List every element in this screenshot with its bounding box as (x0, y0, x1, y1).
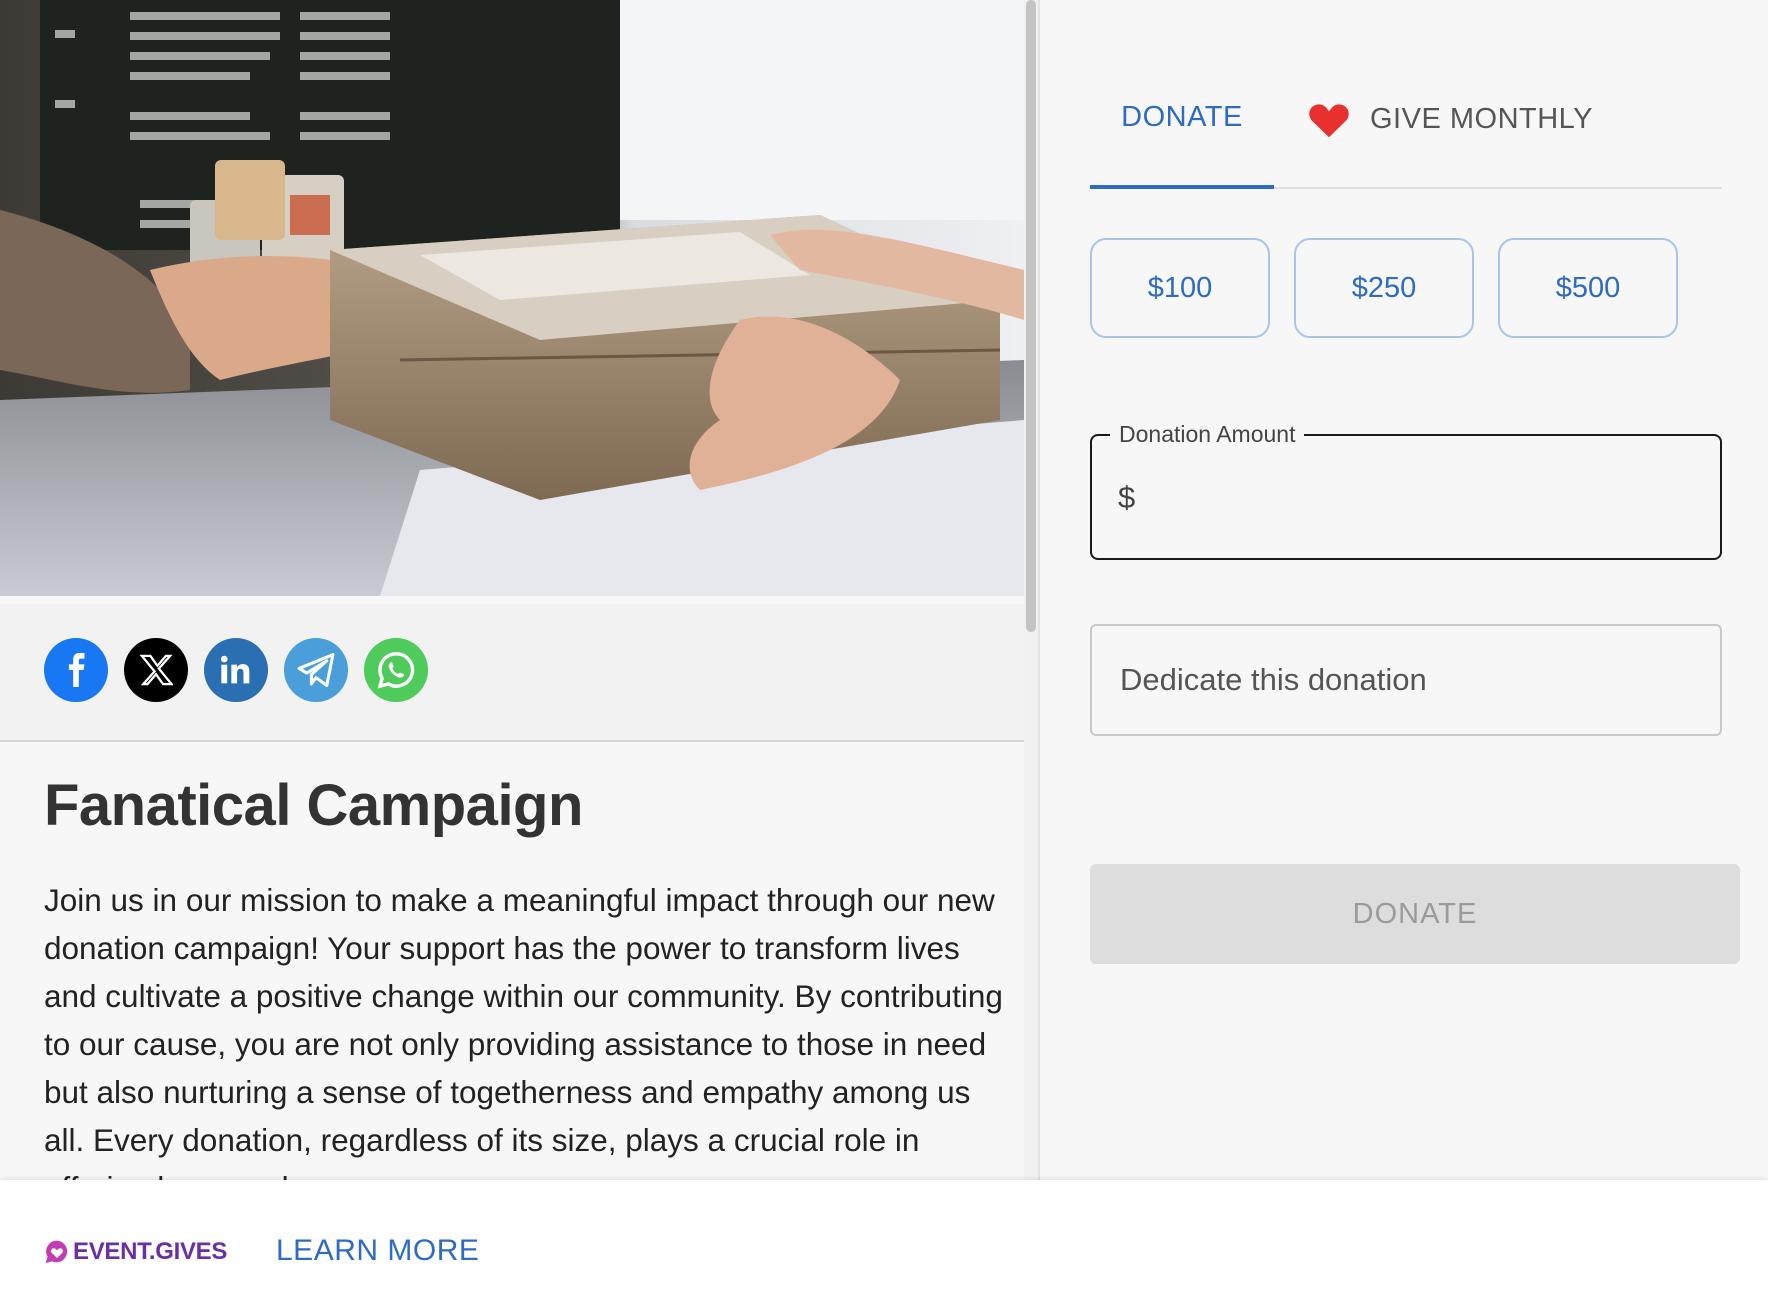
heart-icon (1308, 101, 1350, 139)
campaign-title: Fanatical Campaign (44, 773, 583, 838)
donation-form: DONATE GIVE MONTHLY $100 $250 $500 Donat… (1040, 0, 1768, 1180)
campaign-description: Join us in our mission to make a meaning… (44, 882, 1003, 1180)
tab-give-monthly[interactable]: GIVE MONTHLY (1308, 70, 1593, 189)
donation-amount-label: Donation Amount (1110, 421, 1305, 448)
campaign-panel: Fanatical Campaign Join us in our missio… (0, 0, 1024, 1180)
donation-amount-field[interactable]: Donation Amount $ (1090, 421, 1722, 560)
currency-prefix: $ (1118, 480, 1136, 515)
whatsapp-share-button[interactable] (364, 638, 428, 702)
donation-amount-input[interactable] (1152, 466, 1692, 530)
x-share-button[interactable] (124, 638, 188, 702)
brand-name: EVENT.GIVES (73, 1238, 228, 1265)
dedicate-donation-field[interactable]: Dedicate this donation (1090, 624, 1722, 736)
footer: EVENT.GIVES LEARN MORE (0, 1180, 1768, 1312)
heart-chat-icon (44, 1239, 70, 1265)
linkedin-share-button[interactable] (204, 638, 268, 702)
amount-500-button[interactable]: $500 (1498, 238, 1678, 338)
whatsapp-icon (377, 652, 415, 689)
share-bar (0, 604, 1024, 742)
amount-100-button[interactable]: $100 (1090, 238, 1270, 338)
facebook-icon (68, 653, 85, 687)
campaign-hero-image (0, 0, 1024, 596)
scrollbar-thumb[interactable] (1026, 0, 1036, 632)
event-gives-logo[interactable]: EVENT.GIVES (44, 1238, 227, 1266)
donation-tabs: DONATE GIVE MONTHLY (1090, 70, 1722, 189)
linkedin-icon (220, 655, 250, 684)
tab-donate[interactable]: DONATE (1090, 70, 1274, 189)
donate-button[interactable]: DONATE (1090, 864, 1740, 964)
facebook-share-button[interactable] (44, 638, 108, 702)
x-icon (139, 654, 173, 686)
telegram-icon (297, 653, 335, 687)
learn-more-link[interactable]: LEARN MORE (276, 1234, 479, 1268)
left-panel-scrollbar[interactable] (1024, 0, 1038, 1180)
tab-give-monthly-label: GIVE MONTHLY (1370, 103, 1593, 135)
telegram-share-button[interactable] (284, 638, 348, 702)
amount-250-button[interactable]: $250 (1294, 238, 1474, 338)
